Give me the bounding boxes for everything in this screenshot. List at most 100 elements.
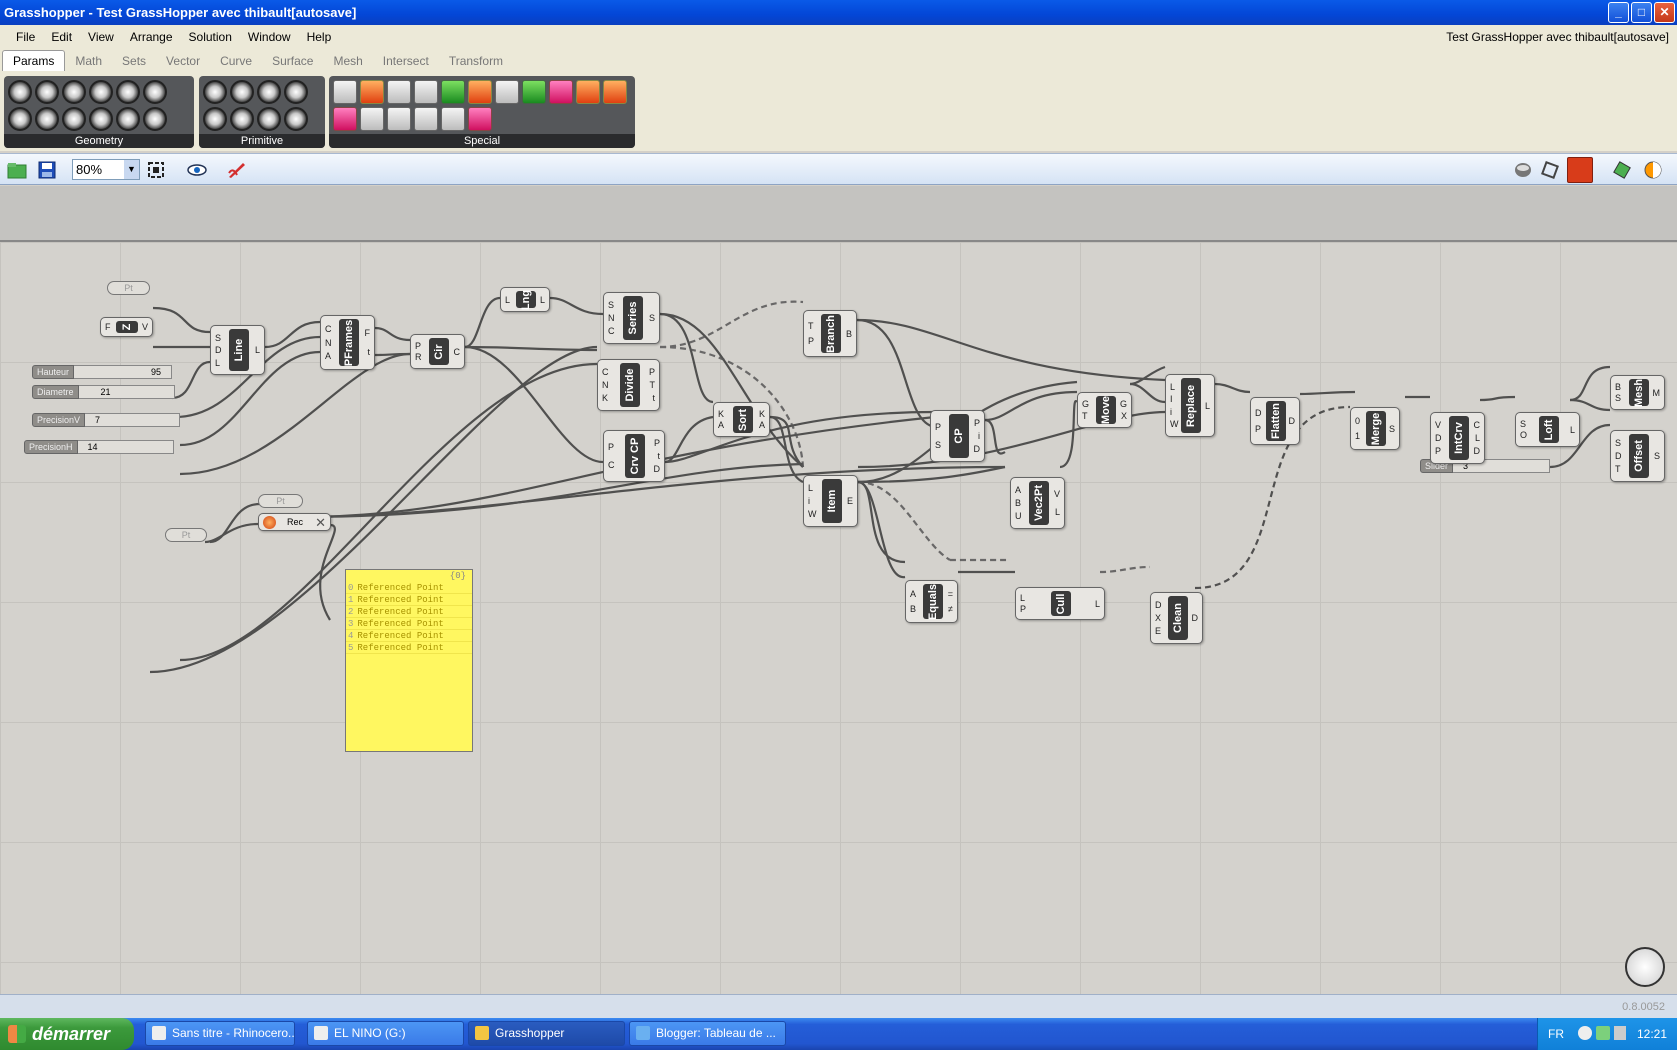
branch-component[interactable]: Branch T P B: [803, 310, 857, 357]
output-port[interactable]: C: [1474, 421, 1481, 430]
param-viewer-icon[interactable]: [414, 80, 438, 104]
output-port[interactable]: S: [649, 314, 655, 323]
arc-param-icon[interactable]: [62, 80, 86, 104]
output-port[interactable]: D: [654, 465, 661, 474]
preview-color-icon[interactable]: [1643, 161, 1663, 179]
z-vector-component[interactable]: F Z V: [100, 317, 153, 337]
crvcp-component[interactable]: Crv CP P C Pt D: [603, 430, 665, 482]
output-port[interactable]: D: [1192, 614, 1199, 623]
output-port[interactable]: K: [759, 409, 765, 419]
input-port[interactable]: P: [608, 443, 614, 452]
input-port[interactable]: N: [608, 314, 615, 323]
output-port[interactable]: t: [657, 452, 660, 461]
slider-track[interactable]: 95: [74, 365, 172, 379]
input-port[interactable]: A: [718, 421, 724, 430]
output-port[interactable]: V: [1054, 490, 1060, 499]
list-icon[interactable]: [360, 107, 384, 131]
intcrv-component[interactable]: IntCrv V D P C L D: [1430, 412, 1485, 464]
output-port[interactable]: t: [367, 347, 370, 357]
open-file-icon[interactable]: [7, 161, 27, 179]
output-port[interactable]: G: [1120, 400, 1127, 409]
preview-selected-icon[interactable]: [1567, 157, 1593, 183]
mesh-param-icon[interactable]: [116, 107, 140, 131]
ribbon-group-label[interactable]: Primitive: [199, 134, 325, 148]
maximize-button[interactable]: □: [1631, 2, 1652, 23]
tab-math[interactable]: Math: [65, 51, 112, 71]
interval-param-icon[interactable]: [284, 107, 308, 131]
input-port[interactable]: L: [1020, 594, 1025, 603]
menu-solution[interactable]: Solution: [181, 30, 240, 44]
ribbon-group-label[interactable]: Geometry: [4, 134, 194, 148]
output-port[interactable]: =: [948, 590, 953, 599]
slider-track[interactable]: 7: [85, 413, 180, 427]
cp-component[interactable]: CP P S Pi D: [930, 410, 985, 462]
output-port[interactable]: A: [759, 421, 765, 430]
taskbar-item-explorer[interactable]: EL NINO (G:): [307, 1021, 464, 1046]
menu-arrange[interactable]: Arrange: [122, 30, 181, 44]
bezier-graph-icon[interactable]: [414, 107, 438, 131]
tab-transform[interactable]: Transform: [439, 51, 513, 71]
input-port[interactable]: L: [1170, 382, 1175, 392]
offset-component[interactable]: Offset S D T S: [1610, 430, 1665, 482]
input-port[interactable]: i: [1170, 407, 1172, 417]
output-port[interactable]: P: [649, 368, 655, 377]
input-port[interactable]: T: [808, 321, 814, 331]
item-component[interactable]: Item Li W E: [803, 475, 858, 527]
colour-param-icon[interactable]: [257, 80, 281, 104]
replace-component[interactable]: Replace L Ii W L: [1165, 374, 1215, 437]
input-port[interactable]: V: [1435, 421, 1441, 430]
equals-component[interactable]: Equals A B = ≠: [905, 580, 958, 623]
point-param[interactable]: Pt: [107, 281, 150, 295]
output-port[interactable]: t: [652, 394, 655, 403]
lng-component[interactable]: Lng L L: [500, 287, 550, 312]
menu-window[interactable]: Window: [240, 30, 299, 44]
input-port[interactable]: B: [1015, 499, 1021, 508]
path-param-icon[interactable]: [257, 107, 281, 131]
sort-component[interactable]: Sort K A K A: [713, 402, 770, 437]
input-port[interactable]: P: [808, 337, 814, 346]
close-button[interactable]: ✕: [1654, 2, 1675, 23]
output-port[interactable]: L: [255, 346, 260, 355]
output-port[interactable]: L: [1475, 434, 1480, 443]
chevron-down-icon[interactable]: ▼: [124, 160, 139, 179]
string-param-icon[interactable]: [230, 107, 254, 131]
output-port[interactable]: F: [365, 329, 371, 338]
graph-mapper-icon[interactable]: [387, 80, 411, 104]
input-port[interactable]: S: [1520, 419, 1526, 429]
slider-track[interactable]: 21: [78, 385, 175, 399]
menu-edit[interactable]: Edit: [43, 30, 80, 44]
tab-sets[interactable]: Sets: [112, 51, 156, 71]
menu-help[interactable]: Help: [299, 30, 340, 44]
value-list-icon[interactable]: [333, 107, 357, 131]
output-port[interactable]: T: [650, 381, 656, 390]
timer-icon[interactable]: [576, 80, 600, 104]
brep-param-icon[interactable]: [143, 80, 167, 104]
output-port[interactable]: E: [847, 497, 853, 506]
canvas-navigator-icon[interactable]: [1625, 947, 1665, 987]
preview-eye-icon[interactable]: [187, 161, 207, 179]
plane-param-icon[interactable]: [35, 107, 59, 131]
preview-wire-icon[interactable]: [1541, 161, 1561, 179]
tab-intersect[interactable]: Intersect: [373, 51, 439, 71]
point-param[interactable]: Pt: [165, 528, 207, 542]
input-port[interactable]: B: [910, 604, 916, 614]
input-port[interactable]: D: [215, 346, 222, 355]
network-icon[interactable]: [1578, 1026, 1592, 1040]
input-port[interactable]: A: [1015, 486, 1021, 495]
input-port[interactable]: C: [602, 368, 609, 377]
input-port[interactable]: E: [1155, 627, 1161, 636]
input-port[interactable]: B: [1615, 382, 1621, 392]
input-port[interactable]: O: [1520, 431, 1527, 440]
zoom-extents-icon[interactable]: [147, 161, 167, 179]
output-port[interactable]: S: [1654, 452, 1660, 461]
output-port[interactable]: P: [974, 419, 980, 428]
input-port[interactable]: S: [935, 440, 941, 450]
input-port[interactable]: W: [1170, 420, 1179, 429]
output-port[interactable]: M: [1653, 388, 1661, 398]
input-port[interactable]: I: [1170, 395, 1173, 404]
input-port[interactable]: L: [505, 295, 510, 305]
menu-file[interactable]: File: [8, 30, 43, 44]
input-port[interactable]: P: [1435, 447, 1441, 456]
point-param[interactable]: Pt: [258, 494, 303, 508]
boolean-param-icon[interactable]: [203, 80, 227, 104]
